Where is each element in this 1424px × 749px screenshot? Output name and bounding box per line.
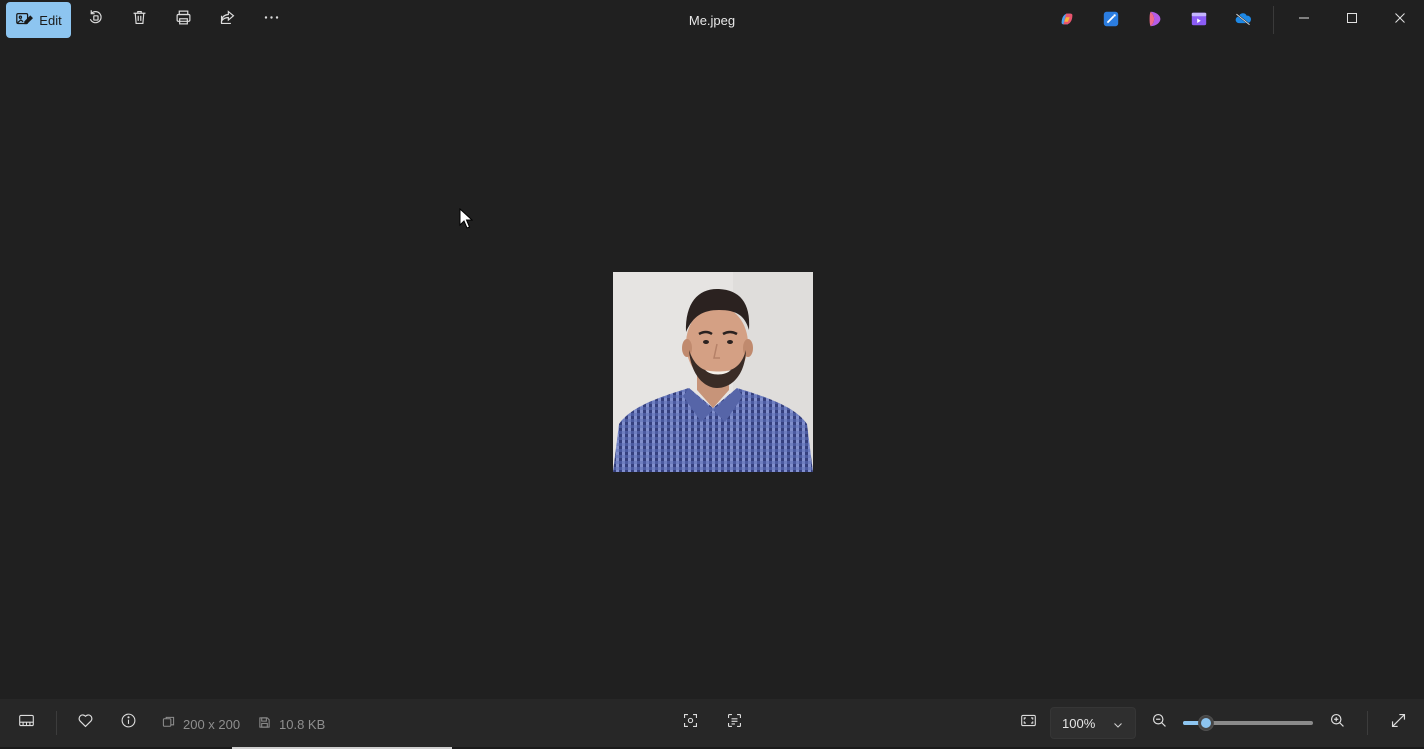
designer-icon[interactable] bbox=[1101, 9, 1121, 29]
clipchamp-icon[interactable] bbox=[1145, 9, 1165, 29]
zoom-out-icon bbox=[1151, 712, 1168, 734]
dimensions-icon bbox=[162, 716, 175, 732]
copilot-icon[interactable] bbox=[1057, 9, 1077, 29]
mouse-cursor bbox=[459, 207, 474, 230]
image-dimensions: 200 x 200 bbox=[162, 716, 240, 732]
zoom-slider[interactable] bbox=[1183, 715, 1313, 731]
zoom-in-button[interactable] bbox=[1321, 707, 1353, 739]
info-icon bbox=[120, 712, 137, 734]
dimensions-text: 200 x 200 bbox=[183, 716, 241, 732]
zoom-level-dropdown[interactable]: 100% bbox=[1050, 707, 1136, 739]
zoom-in-icon bbox=[1329, 712, 1346, 734]
toolbar-divider bbox=[1273, 6, 1274, 34]
disk-icon bbox=[258, 716, 271, 732]
bottom-toolbar: 200 x 200 10.8 KB 100% bbox=[0, 699, 1424, 747]
bottom-divider bbox=[1367, 711, 1368, 735]
filmstrip-toggle-button[interactable] bbox=[10, 707, 42, 739]
file-info-button[interactable] bbox=[112, 707, 144, 739]
heart-icon bbox=[77, 712, 94, 734]
onedrive-icon[interactable] bbox=[1233, 9, 1253, 29]
window-title: Me.jpeg bbox=[688, 13, 736, 28]
full-screen-button[interactable] bbox=[1382, 707, 1414, 739]
zoom-level-value: 100% bbox=[1062, 715, 1096, 731]
favorite-button[interactable] bbox=[69, 707, 101, 739]
close-icon bbox=[1394, 11, 1406, 29]
visual-search-icon bbox=[682, 712, 699, 734]
file-size-text: 10.8 KB bbox=[279, 716, 326, 732]
video-editor-icon[interactable] bbox=[1189, 9, 1209, 29]
minimize-button[interactable] bbox=[1281, 0, 1327, 40]
visual-search-button[interactable] bbox=[674, 707, 706, 739]
bottom-divider bbox=[56, 711, 57, 735]
zoom-out-button[interactable] bbox=[1143, 707, 1175, 739]
maximize-icon bbox=[1346, 11, 1358, 29]
zoom-slider-thumb[interactable] bbox=[1198, 715, 1215, 731]
maximize-button[interactable] bbox=[1329, 0, 1375, 40]
fit-window-icon bbox=[1020, 712, 1037, 734]
portrait-picture bbox=[613, 272, 813, 472]
scan-text-icon bbox=[726, 712, 743, 734]
filmstrip-icon bbox=[18, 712, 35, 734]
top-toolbar: Edit Me.jpeg bbox=[0, 0, 1424, 40]
close-button[interactable] bbox=[1377, 0, 1423, 40]
scan-text-button[interactable] bbox=[718, 707, 750, 739]
photo-image[interactable] bbox=[613, 272, 813, 472]
fit-to-window-button[interactable] bbox=[1012, 707, 1044, 739]
chevron-down-icon bbox=[1113, 718, 1123, 728]
expand-icon bbox=[1390, 712, 1407, 734]
file-size: 10.8 KB bbox=[258, 716, 325, 732]
photos-app-window: Edit Me.jpeg 200 x 200 10.8 KB 100% bbox=[0, 0, 1424, 749]
minimize-icon bbox=[1298, 11, 1310, 29]
